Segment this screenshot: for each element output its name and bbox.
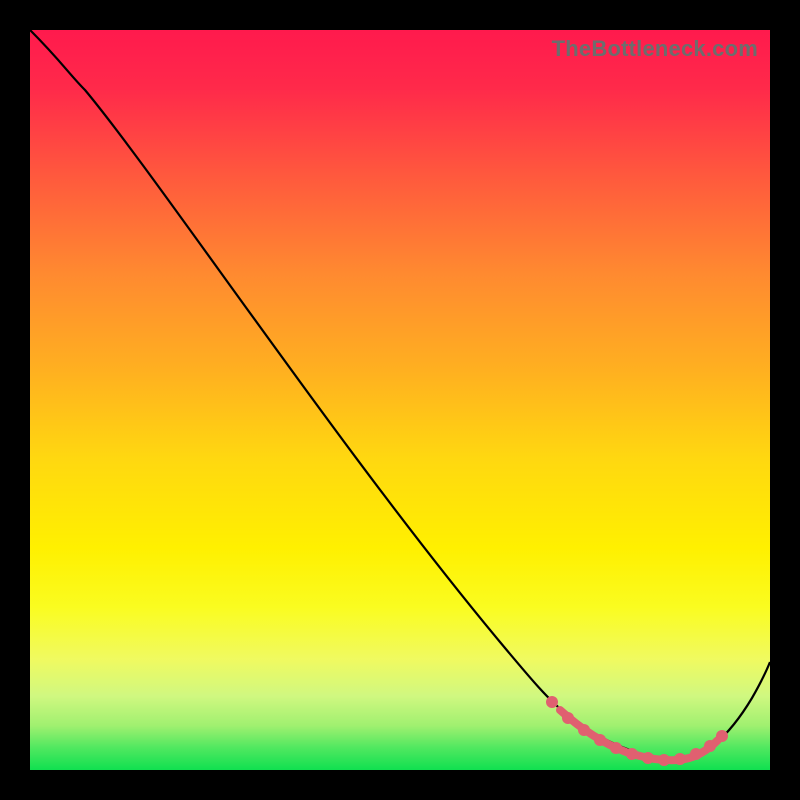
highlight-dot xyxy=(594,734,606,746)
highlight-dot xyxy=(578,724,590,736)
highlight-dot xyxy=(658,754,670,766)
chart-container: TheBottleneck.com xyxy=(0,0,800,800)
highlight-dot xyxy=(716,730,728,742)
highlight-dot xyxy=(546,696,558,708)
curve-path xyxy=(30,30,770,759)
plot-area: TheBottleneck.com xyxy=(30,30,770,770)
highlight-dot xyxy=(610,742,622,754)
highlight-dot xyxy=(674,753,686,765)
bottleneck-curve xyxy=(30,30,770,770)
highlight-dot xyxy=(642,752,654,764)
highlight-dot xyxy=(562,712,574,724)
highlight-dot xyxy=(690,748,702,760)
highlight-dot xyxy=(626,748,638,760)
highlight-dot xyxy=(704,740,716,752)
